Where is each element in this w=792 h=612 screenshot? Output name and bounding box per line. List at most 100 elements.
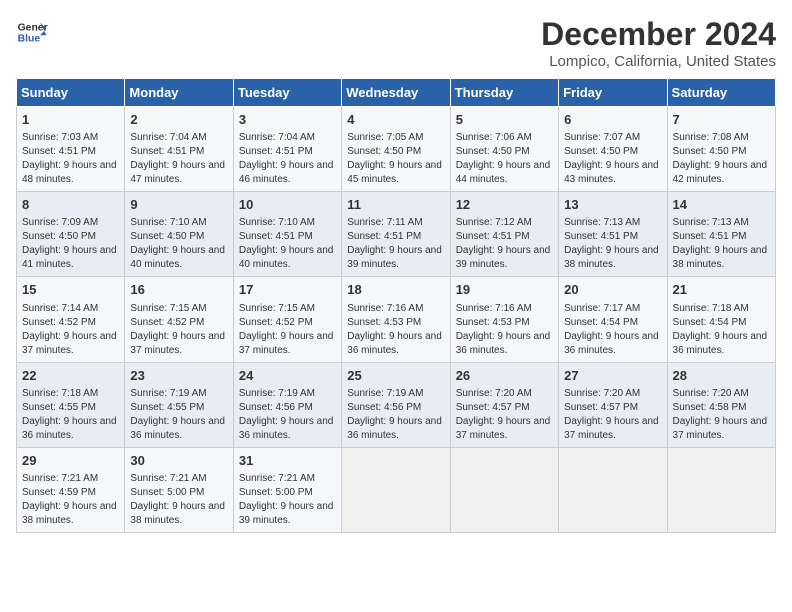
- sunrise-text: Sunrise: 7:13 AM: [564, 217, 640, 228]
- calendar-day-cell: 22 Sunrise: 7:18 AM Sunset: 4:55 PM Dayl…: [17, 362, 125, 447]
- sunset-text: Sunset: 4:54 PM: [564, 317, 638, 328]
- calendar-day-cell: 17 Sunrise: 7:15 AM Sunset: 4:52 PM Dayl…: [233, 277, 341, 362]
- col-monday: Monday: [125, 79, 233, 107]
- calendar-week-row: 15 Sunrise: 7:14 AM Sunset: 4:52 PM Dayl…: [17, 277, 776, 362]
- day-number: 26: [456, 367, 553, 385]
- calendar-day-cell: 16 Sunrise: 7:15 AM Sunset: 4:52 PM Dayl…: [125, 277, 233, 362]
- calendar-day-cell: [450, 447, 558, 532]
- title-block: December 2024 Lompico, California, Unite…: [541, 16, 776, 70]
- col-tuesday: Tuesday: [233, 79, 341, 107]
- calendar-day-cell: 10 Sunrise: 7:10 AM Sunset: 4:51 PM Dayl…: [233, 192, 341, 277]
- sunrise-text: Sunrise: 7:21 AM: [22, 473, 98, 484]
- calendar-day-cell: 11 Sunrise: 7:11 AM Sunset: 4:51 PM Dayl…: [342, 192, 450, 277]
- day-number: 13: [564, 196, 661, 214]
- daylight-label: Daylight: 9 hours and 41 minutes.: [22, 245, 117, 270]
- sunrise-text: Sunrise: 7:11 AM: [347, 217, 422, 228]
- calendar-day-cell: 12 Sunrise: 7:12 AM Sunset: 4:51 PM Dayl…: [450, 192, 558, 277]
- calendar-day-cell: 15 Sunrise: 7:14 AM Sunset: 4:52 PM Dayl…: [17, 277, 125, 362]
- calendar-day-cell: 13 Sunrise: 7:13 AM Sunset: 4:51 PM Dayl…: [559, 192, 667, 277]
- sunrise-text: Sunrise: 7:16 AM: [347, 303, 423, 314]
- daylight-label: Daylight: 9 hours and 48 minutes.: [22, 160, 117, 185]
- daylight-label: Daylight: 9 hours and 37 minutes.: [22, 331, 117, 356]
- daylight-label: Daylight: 9 hours and 37 minutes.: [673, 416, 768, 441]
- sunset-text: Sunset: 4:55 PM: [130, 402, 204, 413]
- calendar-day-cell: 4 Sunrise: 7:05 AM Sunset: 4:50 PM Dayli…: [342, 107, 450, 192]
- daylight-label: Daylight: 9 hours and 38 minutes.: [22, 501, 117, 526]
- daylight-label: Daylight: 9 hours and 39 minutes.: [347, 245, 442, 270]
- calendar-week-row: 22 Sunrise: 7:18 AM Sunset: 4:55 PM Dayl…: [17, 362, 776, 447]
- sunrise-text: Sunrise: 7:19 AM: [130, 388, 206, 399]
- calendar-day-cell: 7 Sunrise: 7:08 AM Sunset: 4:50 PM Dayli…: [667, 107, 775, 192]
- calendar-title: December 2024: [541, 16, 776, 53]
- day-number: 22: [22, 367, 119, 385]
- day-number: 17: [239, 281, 336, 299]
- sunset-text: Sunset: 4:56 PM: [239, 402, 313, 413]
- sunset-text: Sunset: 4:50 PM: [130, 231, 204, 242]
- day-number: 5: [456, 111, 553, 129]
- col-friday: Friday: [559, 79, 667, 107]
- sunrise-text: Sunrise: 7:10 AM: [239, 217, 315, 228]
- sunrise-text: Sunrise: 7:10 AM: [130, 217, 206, 228]
- sunset-text: Sunset: 4:53 PM: [456, 317, 530, 328]
- daylight-label: Daylight: 9 hours and 39 minutes.: [239, 501, 334, 526]
- sunrise-text: Sunrise: 7:06 AM: [456, 132, 532, 143]
- day-number: 15: [22, 281, 119, 299]
- daylight-label: Daylight: 9 hours and 37 minutes.: [456, 416, 551, 441]
- day-number: 3: [239, 111, 336, 129]
- sunrise-text: Sunrise: 7:14 AM: [22, 303, 98, 314]
- sunrise-text: Sunrise: 7:03 AM: [22, 132, 98, 143]
- calendar-day-cell: 21 Sunrise: 7:18 AM Sunset: 4:54 PM Dayl…: [667, 277, 775, 362]
- day-number: 9: [130, 196, 227, 214]
- daylight-label: Daylight: 9 hours and 37 minutes.: [564, 416, 659, 441]
- day-number: 12: [456, 196, 553, 214]
- calendar-day-cell: 28 Sunrise: 7:20 AM Sunset: 4:58 PM Dayl…: [667, 362, 775, 447]
- calendar-day-cell: 9 Sunrise: 7:10 AM Sunset: 4:50 PM Dayli…: [125, 192, 233, 277]
- calendar-day-cell: 20 Sunrise: 7:17 AM Sunset: 4:54 PM Dayl…: [559, 277, 667, 362]
- sunset-text: Sunset: 4:57 PM: [564, 402, 638, 413]
- day-number: 7: [673, 111, 770, 129]
- calendar-week-row: 1 Sunrise: 7:03 AM Sunset: 4:51 PM Dayli…: [17, 107, 776, 192]
- sunset-text: Sunset: 4:50 PM: [564, 146, 638, 157]
- sunset-text: Sunset: 4:51 PM: [22, 146, 96, 157]
- sunrise-text: Sunrise: 7:19 AM: [239, 388, 315, 399]
- daylight-label: Daylight: 9 hours and 36 minutes.: [130, 416, 225, 441]
- day-number: 30: [130, 452, 227, 470]
- calendar-week-row: 29 Sunrise: 7:21 AM Sunset: 4:59 PM Dayl…: [17, 447, 776, 532]
- calendar-subtitle: Lompico, California, United States: [541, 53, 776, 70]
- day-number: 8: [22, 196, 119, 214]
- sunset-text: Sunset: 4:57 PM: [456, 402, 530, 413]
- sunset-text: Sunset: 5:00 PM: [130, 487, 204, 498]
- daylight-label: Daylight: 9 hours and 44 minutes.: [456, 160, 551, 185]
- daylight-label: Daylight: 9 hours and 40 minutes.: [239, 245, 334, 270]
- calendar-day-cell: 30 Sunrise: 7:21 AM Sunset: 5:00 PM Dayl…: [125, 447, 233, 532]
- daylight-label: Daylight: 9 hours and 36 minutes.: [239, 416, 334, 441]
- day-number: 29: [22, 452, 119, 470]
- sunset-text: Sunset: 4:50 PM: [673, 146, 747, 157]
- sunrise-text: Sunrise: 7:07 AM: [564, 132, 640, 143]
- sunrise-text: Sunrise: 7:13 AM: [673, 217, 749, 228]
- day-number: 19: [456, 281, 553, 299]
- calendar-day-cell: 31 Sunrise: 7:21 AM Sunset: 5:00 PM Dayl…: [233, 447, 341, 532]
- daylight-label: Daylight: 9 hours and 36 minutes.: [22, 416, 117, 441]
- calendar-day-cell: 26 Sunrise: 7:20 AM Sunset: 4:57 PM Dayl…: [450, 362, 558, 447]
- sunset-text: Sunset: 4:52 PM: [130, 317, 204, 328]
- sunrise-text: Sunrise: 7:18 AM: [673, 303, 749, 314]
- day-number: 6: [564, 111, 661, 129]
- daylight-label: Daylight: 9 hours and 38 minutes.: [564, 245, 659, 270]
- daylight-label: Daylight: 9 hours and 36 minutes.: [456, 331, 551, 356]
- sunrise-text: Sunrise: 7:20 AM: [564, 388, 640, 399]
- calendar-day-cell: 6 Sunrise: 7:07 AM Sunset: 4:50 PM Dayli…: [559, 107, 667, 192]
- daylight-label: Daylight: 9 hours and 36 minutes.: [347, 416, 442, 441]
- col-thursday: Thursday: [450, 79, 558, 107]
- sunrise-text: Sunrise: 7:15 AM: [239, 303, 315, 314]
- sunset-text: Sunset: 4:58 PM: [673, 402, 747, 413]
- sunset-text: Sunset: 4:54 PM: [673, 317, 747, 328]
- logo: General Blue: [16, 16, 48, 48]
- calendar-day-cell: 2 Sunrise: 7:04 AM Sunset: 4:51 PM Dayli…: [125, 107, 233, 192]
- day-number: 28: [673, 367, 770, 385]
- daylight-label: Daylight: 9 hours and 39 minutes.: [456, 245, 551, 270]
- col-wednesday: Wednesday: [342, 79, 450, 107]
- sunrise-text: Sunrise: 7:12 AM: [456, 217, 532, 228]
- daylight-label: Daylight: 9 hours and 37 minutes.: [239, 331, 334, 356]
- daylight-label: Daylight: 9 hours and 40 minutes.: [130, 245, 225, 270]
